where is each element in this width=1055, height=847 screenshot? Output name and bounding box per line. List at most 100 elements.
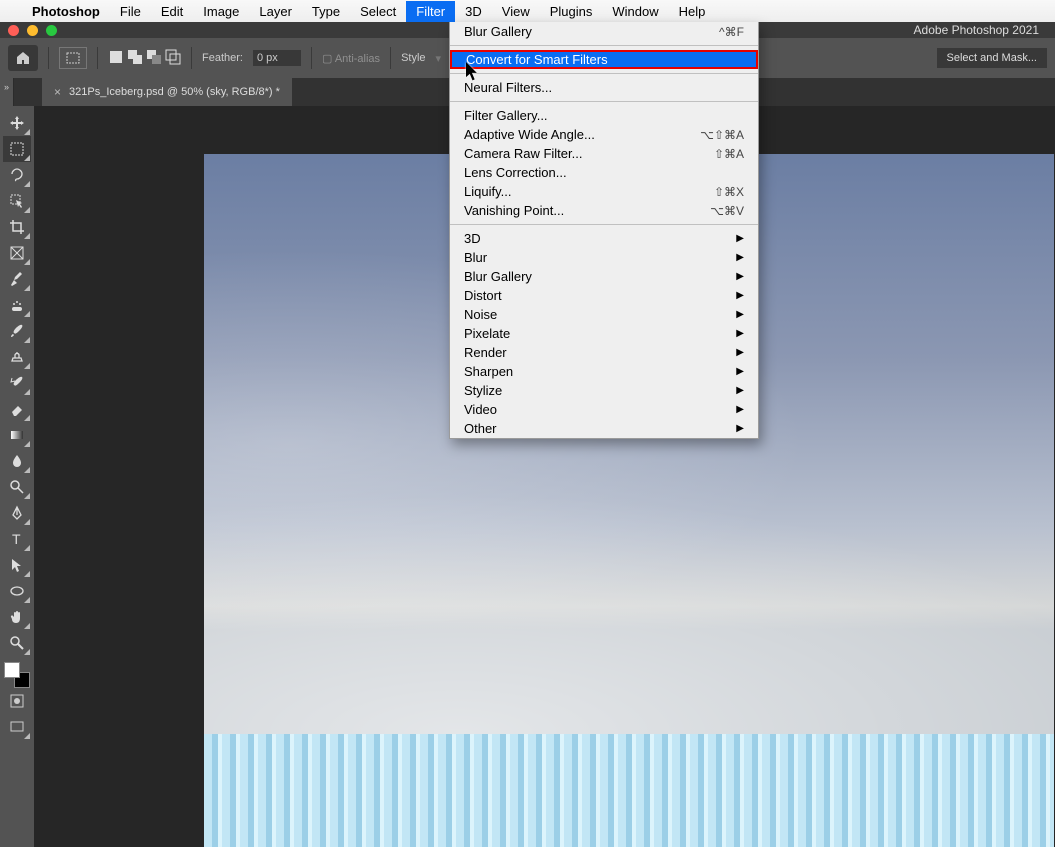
- menu-view[interactable]: View: [492, 1, 540, 22]
- home-button[interactable]: [8, 45, 38, 71]
- rect-marquee-tool[interactable]: [3, 136, 31, 162]
- history-brush-tool[interactable]: [3, 370, 31, 396]
- menu-item-camera-raw-filter[interactable]: Camera Raw Filter...⇧⌘A: [450, 144, 758, 163]
- menu-item-vanishing-point[interactable]: Vanishing Point...⌥⌘V: [450, 201, 758, 220]
- lasso-tool[interactable]: [3, 162, 31, 188]
- frame-tool[interactable]: [3, 240, 31, 266]
- menu-item-blur-gallery[interactable]: Blur Gallery^⌘F: [450, 22, 758, 41]
- close-tab-icon[interactable]: ×: [54, 85, 61, 99]
- menu-item-noise[interactable]: Noise▶: [450, 305, 758, 324]
- menu-item-render[interactable]: Render▶: [450, 343, 758, 362]
- dodge-tool-icon: [9, 479, 25, 495]
- type-tool[interactable]: T: [3, 526, 31, 552]
- menu-item-other[interactable]: Other ▶: [450, 419, 758, 438]
- zoom-tool[interactable]: [3, 630, 31, 656]
- menu-layer[interactable]: Layer: [249, 1, 302, 22]
- menu-help[interactable]: Help: [669, 1, 716, 22]
- menu-item-label: Neural Filters...: [464, 80, 552, 95]
- home-icon: [15, 50, 31, 66]
- menu-item-adaptive-wide-angle[interactable]: Adaptive Wide Angle...⌥⇧⌘A: [450, 125, 758, 144]
- foreground-color-swatch[interactable]: [4, 662, 20, 678]
- menu-item-pixelate[interactable]: Pixelate▶: [450, 324, 758, 343]
- menu-shortcut: ^⌘F: [719, 25, 744, 39]
- intersect-selection-icon[interactable]: [165, 49, 181, 68]
- menu-item-label: Sharpen: [464, 364, 513, 379]
- gradient-tool-icon: [9, 427, 25, 443]
- menu-item-distort[interactable]: Distort▶: [450, 286, 758, 305]
- add-selection-icon[interactable]: [127, 49, 143, 68]
- menu-item-filter-gallery[interactable]: Filter Gallery...: [450, 106, 758, 125]
- menu-item-label: Other: [464, 421, 497, 436]
- menu-item-convert-for-smart-filters[interactable]: Convert for Smart Filters: [450, 50, 758, 69]
- submenu-arrow-icon: ▶: [736, 309, 744, 320]
- menu-file[interactable]: File: [110, 1, 151, 22]
- antialias-checkbox[interactable]: ▢ Anti-alias: [322, 52, 380, 65]
- menu-item-neural-filters[interactable]: Neural Filters...: [450, 78, 758, 97]
- menu-image[interactable]: Image: [193, 1, 249, 22]
- submenu-arrow-icon: ▶: [736, 385, 744, 396]
- crop-tool-icon: [9, 219, 25, 235]
- spot-heal-tool[interactable]: [3, 292, 31, 318]
- screen-mode-toggle[interactable]: [3, 714, 31, 740]
- spot-heal-tool-icon: [9, 297, 25, 313]
- type-tool-icon: T: [9, 531, 25, 547]
- submenu-arrow-icon: ▶: [736, 233, 744, 244]
- submenu-arrow-icon: ▶: [736, 328, 744, 339]
- submenu-arrow-icon: ▶: [736, 423, 744, 434]
- svg-text:T: T: [12, 531, 21, 547]
- select-and-mask-button[interactable]: Select and Mask...: [937, 48, 1048, 68]
- path-select-tool[interactable]: [3, 552, 31, 578]
- eraser-tool-icon: [9, 401, 25, 417]
- move-tool[interactable]: [3, 110, 31, 136]
- color-swatches[interactable]: [4, 662, 30, 688]
- menu-3d[interactable]: 3D: [455, 1, 492, 22]
- menu-type[interactable]: Type: [302, 1, 350, 22]
- menu-select[interactable]: Select: [350, 1, 406, 22]
- menu-item-3d[interactable]: 3D▶: [450, 229, 758, 248]
- crop-tool[interactable]: [3, 214, 31, 240]
- menu-plugins[interactable]: Plugins: [540, 1, 603, 22]
- zoom-tool-icon: [9, 635, 25, 651]
- dodge-tool[interactable]: [3, 474, 31, 500]
- feather-input[interactable]: [253, 50, 301, 66]
- quick-mask-toggle[interactable]: [3, 688, 31, 714]
- eyedropper-tool-icon: [9, 271, 25, 287]
- menu-item-stylize[interactable]: Stylize▶: [450, 381, 758, 400]
- menu-item-blur-gallery[interactable]: Blur Gallery▶: [450, 267, 758, 286]
- new-selection-icon[interactable]: [108, 49, 124, 68]
- menu-separator: [450, 73, 758, 74]
- filter-menu-dropdown: Blur Gallery^⌘F Convert for Smart Filters…: [449, 22, 759, 439]
- toolbar: T: [0, 106, 34, 847]
- menu-item-lens-correction[interactable]: Lens Correction...: [450, 163, 758, 182]
- zoom-window-button[interactable]: [46, 25, 57, 36]
- gradient-tool[interactable]: [3, 422, 31, 448]
- blur-tool[interactable]: [3, 448, 31, 474]
- shape-tool[interactable]: [3, 578, 31, 604]
- object-select-tool[interactable]: [3, 188, 31, 214]
- menu-filter[interactable]: Filter: [406, 1, 455, 22]
- app-name[interactable]: Photoshop: [22, 4, 110, 19]
- eraser-tool[interactable]: [3, 396, 31, 422]
- menu-item-liquify[interactable]: Liquify...⇧⌘X: [450, 182, 758, 201]
- hand-tool[interactable]: [3, 604, 31, 630]
- menu-item-blur[interactable]: Blur▶: [450, 248, 758, 267]
- marquee-preset[interactable]: [59, 47, 87, 69]
- menu-edit[interactable]: Edit: [151, 1, 193, 22]
- subtract-selection-icon[interactable]: [146, 49, 162, 68]
- menu-separator: [450, 45, 758, 46]
- pen-tool[interactable]: [3, 500, 31, 526]
- style-dropdown[interactable]: ▾: [436, 52, 442, 65]
- document-tab[interactable]: × 321Ps_Iceberg.psd @ 50% (sky, RGB/8*) …: [42, 78, 292, 106]
- eyedropper-tool[interactable]: [3, 266, 31, 292]
- menu-window[interactable]: Window: [602, 1, 668, 22]
- menu-item-video[interactable]: Video▶: [450, 400, 758, 419]
- brush-tool[interactable]: [3, 318, 31, 344]
- menu-item-sharpen[interactable]: Sharpen▶: [450, 362, 758, 381]
- move-tool-icon: [9, 115, 25, 131]
- menu-item-label: Blur: [464, 250, 487, 265]
- blur-tool-icon: [9, 453, 25, 469]
- clone-stamp-tool[interactable]: [3, 344, 31, 370]
- clone-stamp-tool-icon: [9, 349, 25, 365]
- minimize-window-button[interactable]: [27, 25, 38, 36]
- close-window-button[interactable]: [8, 25, 19, 36]
